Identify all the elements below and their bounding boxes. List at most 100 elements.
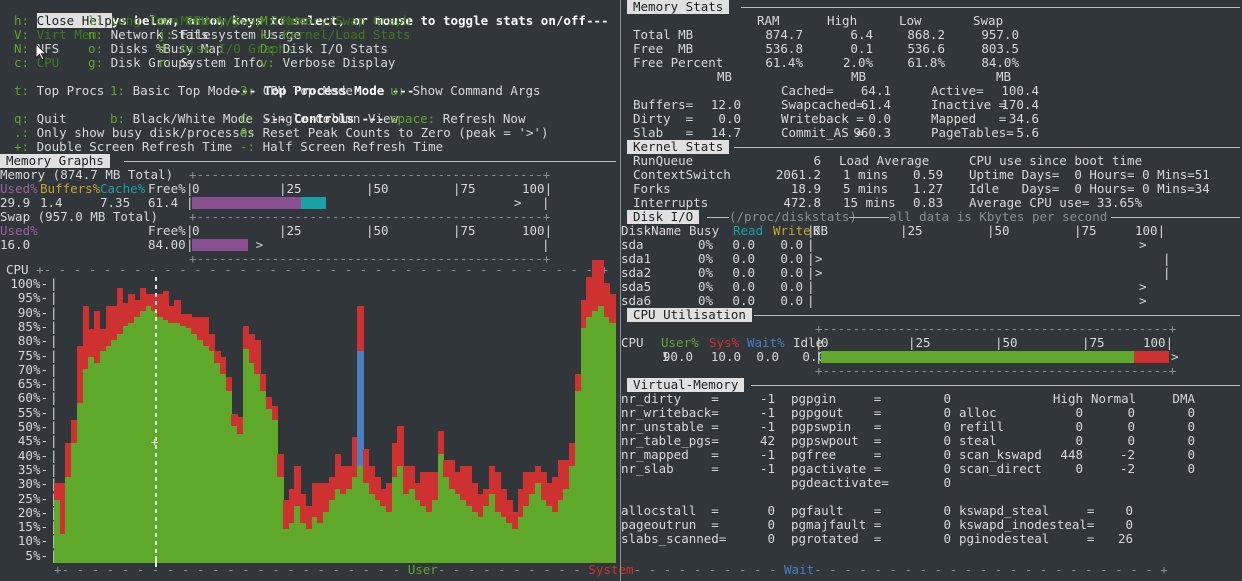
help-option-only-show-busy-disk-processes[interactable]: .: Only show busy disk/processes (14, 126, 255, 140)
help-row: N: NFS o: Disks %Busy Map d: Disk I/O Grap… (0, 42, 618, 56)
cpu-legend-user: User (407, 562, 438, 577)
help-option-key: r: (158, 55, 181, 70)
help-option-disk-i-o-stats[interactable]: D: Disk I/O Stats (260, 42, 388, 56)
memory-stats-detail-label-1: Slab = (633, 125, 694, 140)
help-option-memory-swap-graph[interactable]: M: Memory/Swap Graph (260, 14, 411, 28)
memory-scale-row: Used% Buffers% Cache% Free% | 0 |25 |50 |75 100| (0, 182, 618, 196)
memory-stats-value: 0.1 (850, 41, 873, 56)
scale-tick: 0 (192, 223, 200, 238)
kernel-stats-chip[interactable]: Kernel Stats (627, 140, 730, 154)
cpu-utilisation-chip[interactable]: CPU Utilisation (627, 308, 752, 322)
vm-bottom-col3-label: kswapd_inodesteal= (959, 517, 1095, 532)
memory-stats-mb-header: MB (996, 69, 1012, 84)
kernel-stats-value: 472.8 (783, 195, 821, 210)
memory-stats-detail-row: Buffers= 12.0 Swapcached= 61.4 Inactive = 170… (621, 98, 1242, 112)
vm-bottom-col1-value: 0 (767, 517, 775, 532)
vm-zone-value: 0 (1127, 405, 1135, 420)
disk-io-disk-name: sda1 (621, 251, 652, 266)
memory-graphs-chip[interactable]: Memory Graphs (0, 154, 110, 168)
vm-zone-value: -2 (1119, 447, 1135, 462)
disk-io-panel-title[interactable]: Disk I/O (/proc/diskstats) all data is K… (621, 210, 1242, 224)
help-option-reset-peak-counts-to-zero-peak[interactable]: 0: Reset Peak Counts to Zero (peak = '>'… (240, 126, 549, 140)
memory-graphs-panel-title[interactable]: Memory Graphs (0, 154, 618, 168)
vm-col3-label: scan_direct (959, 461, 1042, 476)
help-option-label: Half Screen Refresh Time (262, 139, 444, 154)
disk-io-read: 0.0 (732, 251, 755, 266)
memory-used-value: 29.9 (0, 195, 31, 210)
help-option-verbose-display[interactable]: v: Verbose Display (260, 56, 395, 70)
help-option-quit[interactable]: q: Quit (14, 112, 67, 126)
virtual-memory-row: nr_unstable = -1 pgpswpin = 0 refill 0 0 0 (621, 420, 1242, 434)
kernel-load-value: 1.27 (913, 181, 944, 196)
virtual-memory-panel-title[interactable]: Virtual-Memory (621, 378, 1242, 392)
help-option-kernel-load-stats[interactable]: k: Kernel/Load Stats (260, 28, 411, 42)
help-option-key: c: (14, 55, 37, 70)
help-option-key: N: (14, 41, 37, 56)
memory-stats-panel-title[interactable]: Memory Stats (621, 0, 1242, 14)
cpu-util-frame-top: +---------------------------------------… (621, 322, 1242, 336)
help-option-cpu-top-mode[interactable]: 3: CPU Top Mode (240, 84, 353, 98)
kernel-stats-label: Interrupts (633, 195, 709, 210)
disk-io-chip[interactable]: Disk I/O (627, 210, 700, 224)
vm-col2-label: pgpswpout = (791, 433, 882, 448)
vm-col1-value: -1 (759, 461, 775, 476)
help-option-black-white-mode[interactable]: b: Black/White Mode (110, 112, 253, 126)
memory-stats-value: 2.0% (842, 55, 873, 70)
help-option-refresh-now[interactable]: space: Refresh Now (390, 112, 525, 126)
disk-io-disk-name: sda2 (621, 265, 652, 280)
help-option-label: Verbose Display (282, 55, 396, 70)
help-option-key: o: (88, 41, 111, 56)
vm-col2-label: pgpgin = (791, 391, 882, 406)
cpu-graph-bar-system (254, 339, 261, 375)
disk-io-disk-name: sda (621, 237, 644, 252)
disk-io-disk-name: sda6 (621, 293, 652, 308)
disk-io-header-read: Read (733, 223, 764, 238)
memory-bar-segment-cache (300, 197, 327, 209)
cpu-utilisation-panel-title[interactable]: CPU Utilisation (621, 308, 1242, 322)
cpu-util-row: 1 90.0 10.0 0.0 0.0 | > (621, 350, 1242, 364)
cpu-util-scale-tick: 0 (821, 335, 829, 350)
kernel-stats-panel-title[interactable]: Kernel Stats (621, 140, 1242, 154)
help-option-system-info[interactable]: r: System Info (158, 56, 263, 70)
help-option-single-column-view[interactable]: C: Single-Column View (240, 112, 398, 126)
memory-used-header: Used% (0, 181, 38, 196)
cpu-graph-y-tick: 50%- (17, 419, 48, 434)
disk-io-disk-name: sda5 (621, 279, 652, 294)
virtual-memory-rule (751, 385, 1240, 386)
cpu-util-peak-marker: > (1171, 349, 1179, 364)
help-option-virt-mem[interactable]: V: Virt Mem (14, 28, 97, 42)
vm-bottom-col1-value: 0 (767, 503, 775, 518)
help-option-top-procs[interactable]: t: Top Procs (14, 84, 104, 98)
memory-stats-chip[interactable]: Memory Stats (627, 0, 730, 14)
swap-total-line: Swap (957.0 MB Total) +------------------… (0, 210, 618, 224)
vm-col2-value: 0 (943, 475, 951, 490)
memory-bar-row: 29.9 1.4 7.35 61.4 | | > (0, 196, 618, 210)
vm-bottom-col2-label: pgmajfault = (791, 517, 882, 532)
memory-stats-value: 874.7 (765, 27, 803, 42)
help-option-basic-top-mode[interactable]: 1: Basic Top Mode (110, 84, 238, 98)
virtual-memory-chip[interactable]: Virtual-Memory (627, 378, 745, 392)
vm-bottom-col2-value: 0 (943, 517, 951, 532)
help-option-show-command-args[interactable]: u: Show Command Args (390, 84, 541, 98)
disk-io-header-row: DiskName Busy Read Write KB | 0 |25 |50 |75 100| (621, 224, 1242, 238)
help-option-key: C: (240, 111, 263, 126)
memory-stats-detail-value-1: 0.0 (718, 111, 741, 126)
cpu-graph-y-tick: 25%- (17, 490, 48, 506)
disk-io-busy: 0% (697, 251, 713, 266)
disk-io-row: sda6 0% 0.0 0.0 | > (621, 294, 1242, 308)
vm-bottom-col1-label: allocstall = (621, 503, 719, 518)
memory-stats-detail-row: Dirty = 0.0 Writeback = 0.0 Mapped = 34.6 (621, 112, 1242, 126)
vm-col2-label: pgpgout = (791, 405, 882, 420)
cpu-util-scale-tick: |50 (995, 335, 1018, 350)
disk-io-scale-tick: 0 (813, 223, 821, 238)
help-option-key: D: (260, 41, 283, 56)
memory-graphs-body: Memory (874.7 MB Total) +----------------… (0, 168, 618, 266)
disk-io-scale-tick: 100| (1135, 223, 1166, 238)
memory-stats-row-label: Free Percent (633, 55, 724, 70)
disk-io-header-name: DiskName (621, 223, 682, 238)
memory-stats-header-row: RAM High Low Swap (621, 14, 1242, 28)
help-option-half-screen-refresh-time[interactable]: -: Half Screen Refresh Time (240, 140, 443, 154)
help-option-label: Black/White Mode (132, 111, 253, 126)
help-option-double-screen-refresh-time[interactable]: +: Double Screen Refresh Time (14, 140, 232, 154)
cpu-util-frame-dashes: +---------------------------------------… (815, 321, 1177, 336)
